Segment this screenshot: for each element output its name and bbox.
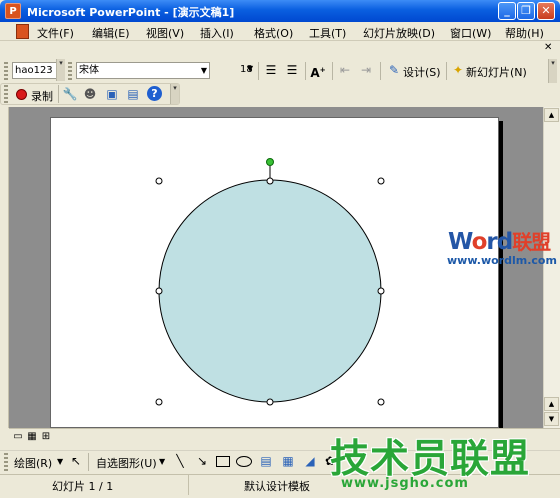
slide-counter: 幻灯片 1 / 1 — [52, 480, 114, 493]
scroll-up-button[interactable]: ▲ — [544, 108, 559, 122]
diagram-tool-icon[interactable]: ◢ — [302, 453, 318, 469]
chevron-down-icon[interactable]: ▼ — [57, 457, 63, 466]
logo-letter-o: o — [471, 229, 488, 255]
rectangle-tool-icon[interactable] — [216, 456, 230, 467]
select-pointer-icon[interactable]: ↖ — [68, 453, 84, 469]
next-slide-button[interactable]: ▼ — [544, 412, 559, 426]
line-tool-icon[interactable]: ╲ — [172, 453, 188, 469]
wordart-tool-icon[interactable]: ▦ — [280, 453, 296, 469]
resize-handle-nw[interactable] — [155, 177, 163, 185]
logo-text-cn: 联盟 — [512, 230, 551, 254]
resize-handle-s[interactable] — [266, 398, 274, 406]
chevron-down-icon[interactable]: ▼ — [159, 457, 165, 466]
autoshapes-menu-button[interactable]: 自选图形(U) — [96, 455, 157, 471]
logo-letters-rd: rd — [486, 229, 513, 255]
slideshow-view-icon[interactable]: ⊞ — [38, 429, 54, 445]
resize-handle-n[interactable] — [266, 177, 274, 185]
oval-tool-icon[interactable] — [236, 456, 252, 467]
wordlm-logo: Word联盟 — [448, 226, 551, 255]
status-divider — [188, 475, 189, 495]
resize-handle-w[interactable] — [155, 287, 163, 295]
previous-slide-button[interactable]: ▲ — [544, 397, 559, 411]
draw-menu-button[interactable]: 绘图(R) — [14, 455, 52, 471]
resize-handle-se[interactable] — [377, 398, 385, 406]
toolbar-grip[interactable] — [4, 453, 8, 471]
circle-shape[interactable] — [158, 179, 382, 403]
rotate-handle[interactable] — [266, 158, 274, 166]
separator — [88, 453, 89, 471]
resize-handle-sw[interactable] — [155, 398, 163, 406]
design-template-name: 默认设计模板 — [244, 480, 310, 493]
textbox-tool-icon[interactable]: ▤ — [258, 453, 274, 469]
arrow-tool-icon[interactable]: ↘ — [194, 453, 210, 469]
resize-handle-ne[interactable] — [377, 177, 385, 185]
wordlm-url: www.wordlm.com — [447, 254, 557, 267]
jsgho-url: www.jsgho.com — [341, 476, 469, 491]
vertical-scrollbar[interactable] — [543, 107, 560, 428]
logo-letter-w: W — [448, 229, 473, 255]
resize-handle-e[interactable] — [377, 287, 385, 295]
